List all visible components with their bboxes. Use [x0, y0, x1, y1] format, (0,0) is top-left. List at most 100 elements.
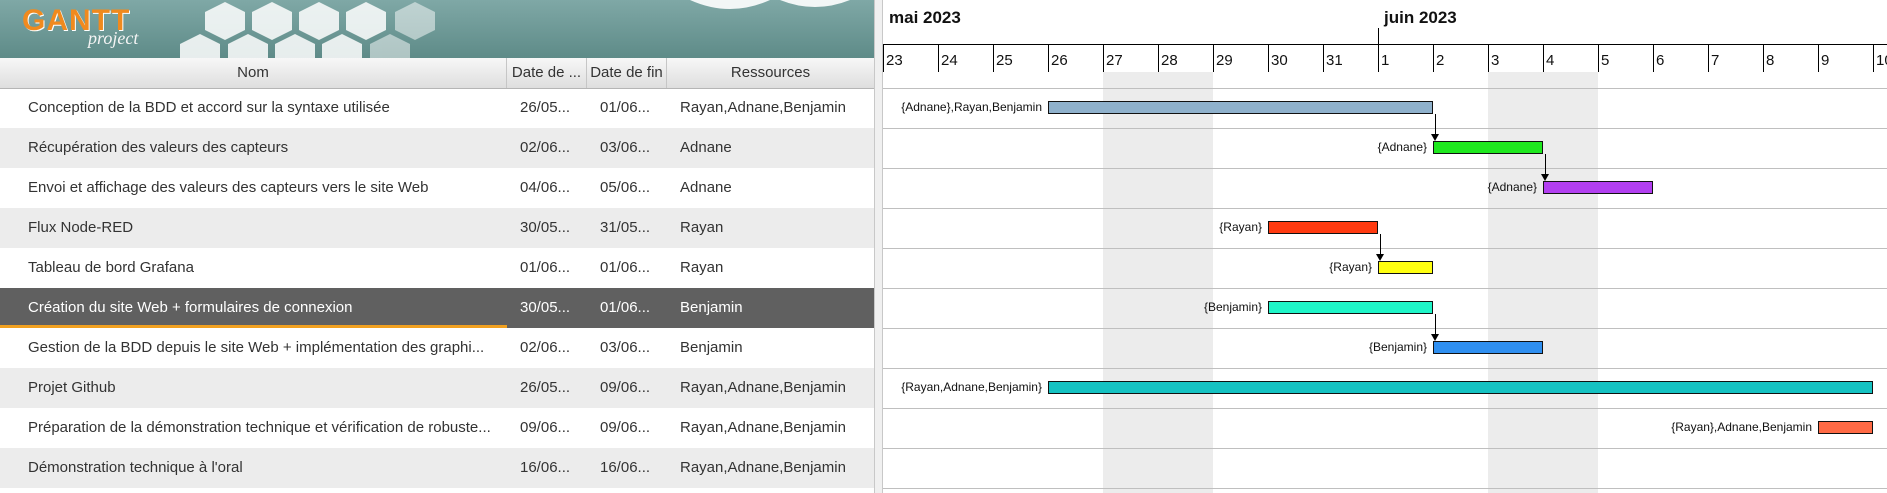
table-column-header: Nom Date de ... Date de fin Ressources	[0, 58, 874, 89]
task-row[interactable]: Flux Node-RED 30/05... 31/05... Rayan	[0, 208, 874, 248]
task-end-cell: 01/06...	[600, 259, 651, 276]
task-start-cell: 26/05...	[520, 379, 571, 396]
dependency-arrow-icon	[1541, 174, 1549, 181]
day-label: 9	[1821, 52, 1830, 69]
timeline-axis-line	[883, 44, 1887, 45]
row-gridline	[883, 328, 1887, 329]
day-label: 28	[1161, 52, 1178, 69]
task-resources-cell: Rayan	[680, 219, 724, 236]
dependency-line	[1435, 314, 1436, 334]
task-bar[interactable]	[1268, 301, 1433, 314]
row-gridline	[883, 368, 1887, 369]
column-header-name[interactable]: Nom	[0, 58, 507, 88]
day-label: 8	[1766, 52, 1775, 69]
task-resources-cell: Rayan	[680, 259, 724, 276]
task-end-cell: 09/06...	[600, 419, 651, 436]
task-resources-cell: Rayan,Adnane,Benjamin	[680, 379, 846, 396]
task-row[interactable]: Récupération des valeurs des capteurs 02/…	[0, 128, 874, 168]
day-tick	[1708, 44, 1709, 72]
task-end-cell: 05/06...	[600, 179, 651, 196]
day-tick	[1653, 44, 1654, 72]
row-gridline	[883, 448, 1887, 449]
task-row[interactable]: Envoi et affichage des valeurs des capte…	[0, 168, 874, 208]
day-tick	[1268, 44, 1269, 72]
task-row[interactable]: Préparation de la démonstration techniqu…	[0, 408, 874, 448]
task-name-cell: Préparation de la démonstration techniqu…	[28, 419, 491, 436]
day-tick	[1873, 44, 1874, 72]
task-bar[interactable]	[1818, 421, 1873, 434]
day-label: 26	[1051, 52, 1068, 69]
task-row[interactable]: Création du site Web + formulaires de co…	[0, 288, 874, 328]
day-label: 31	[1326, 52, 1343, 69]
day-tick	[1048, 44, 1049, 72]
month-label: juin 2023	[1384, 8, 1457, 27]
task-bar-label: {Rayan}	[1219, 220, 1262, 234]
task-start-cell: 30/05...	[520, 219, 571, 236]
day-tick	[938, 44, 939, 72]
task-row[interactable]: Conception de la BDD et accord sur la sy…	[0, 88, 874, 128]
task-name-cell: Flux Node-RED	[28, 219, 134, 236]
task-end-cell: 03/06...	[600, 139, 651, 156]
task-bar-label: {Adnane},Rayan,Benjamin	[901, 100, 1042, 114]
task-end-cell: 31/05...	[600, 219, 651, 236]
column-header-resources[interactable]: Ressources	[667, 58, 874, 88]
logo-banner: GANTT project	[0, 0, 874, 58]
panel-splitter[interactable]	[874, 0, 883, 493]
task-name-cell: Gestion de la BDD depuis le site Web + i…	[28, 339, 485, 356]
row-gridline	[883, 248, 1887, 249]
day-tick	[1213, 44, 1214, 72]
day-label: 4	[1546, 52, 1555, 69]
task-start-cell: 30/05...	[520, 299, 571, 316]
task-bar[interactable]	[1378, 261, 1433, 274]
task-bar[interactable]	[1433, 341, 1543, 354]
task-row[interactable]: Projet Github 26/05... 09/06... Rayan,Adnan…	[0, 368, 874, 408]
task-start-cell: 26/05...	[520, 99, 571, 116]
row-gridline	[883, 128, 1887, 129]
task-name-cell: Envoi et affichage des valeurs des capte…	[28, 179, 429, 196]
day-tick	[1598, 44, 1599, 72]
task-resources-cell: Adnane	[680, 139, 732, 156]
row-gridline	[883, 208, 1887, 209]
day-tick	[1433, 44, 1434, 72]
task-bar-label: {Rayan}	[1329, 260, 1372, 274]
task-row[interactable]: Démonstration technique à l'oral 16/06...…	[0, 448, 874, 488]
gantt-chart-panel: mai 2023 juin 2023 23 24 25 26 27 28 29 30 31 1 2 3 4 5…	[883, 0, 1887, 493]
column-header-end-date[interactable]: Date de fin	[587, 58, 667, 88]
dependency-arrow-icon	[1431, 334, 1439, 341]
task-start-cell: 02/06...	[520, 139, 571, 156]
task-bar-label: {Adnane}	[1377, 140, 1427, 154]
row-gridline	[883, 408, 1887, 409]
task-row[interactable]: Tableau de bord Grafana 01/06... 01/06... R…	[0, 248, 874, 288]
row-gridline	[883, 88, 1887, 89]
task-bar[interactable]	[1048, 381, 1873, 394]
month-label: mai 2023	[889, 8, 961, 27]
task-bar[interactable]	[1543, 181, 1653, 194]
dependency-line	[1545, 154, 1546, 174]
weekend-column	[1488, 72, 1543, 493]
task-bar[interactable]	[1433, 141, 1543, 154]
day-tick	[993, 44, 994, 72]
task-bar[interactable]	[1268, 221, 1378, 234]
day-tick	[1543, 44, 1544, 72]
task-bar-label: {Benjamin}	[1368, 340, 1427, 354]
task-resources-cell: Benjamin	[680, 339, 743, 356]
task-end-cell: 01/06...	[600, 299, 651, 316]
task-name-cell: Conception de la BDD et accord sur la sy…	[28, 99, 390, 116]
task-bar-label: {Benjamin}	[1203, 300, 1262, 314]
day-label: 3	[1491, 52, 1500, 69]
day-label: 30	[1271, 52, 1288, 69]
task-name-cell: Tableau de bord Grafana	[28, 259, 194, 276]
task-bar-label: {Rayan},Adnane,Benjamin	[1671, 420, 1812, 434]
row-gridline	[883, 168, 1887, 169]
task-row[interactable]: Gestion de la BDD depuis le site Web + i…	[0, 328, 874, 368]
dependency-arrow-icon	[1376, 254, 1384, 261]
task-resources-cell: Benjamin	[680, 299, 743, 316]
task-start-cell: 02/06...	[520, 339, 571, 356]
day-tick	[1488, 44, 1489, 72]
column-header-start-date[interactable]: Date de ...	[507, 58, 587, 88]
day-tick	[883, 44, 884, 72]
task-resources-cell: Rayan,Adnane,Benjamin	[680, 419, 846, 436]
task-name-cell: Récupération des valeurs des capteurs	[28, 139, 289, 156]
task-bar[interactable]	[1048, 101, 1433, 114]
task-start-cell: 16/06...	[520, 459, 571, 476]
